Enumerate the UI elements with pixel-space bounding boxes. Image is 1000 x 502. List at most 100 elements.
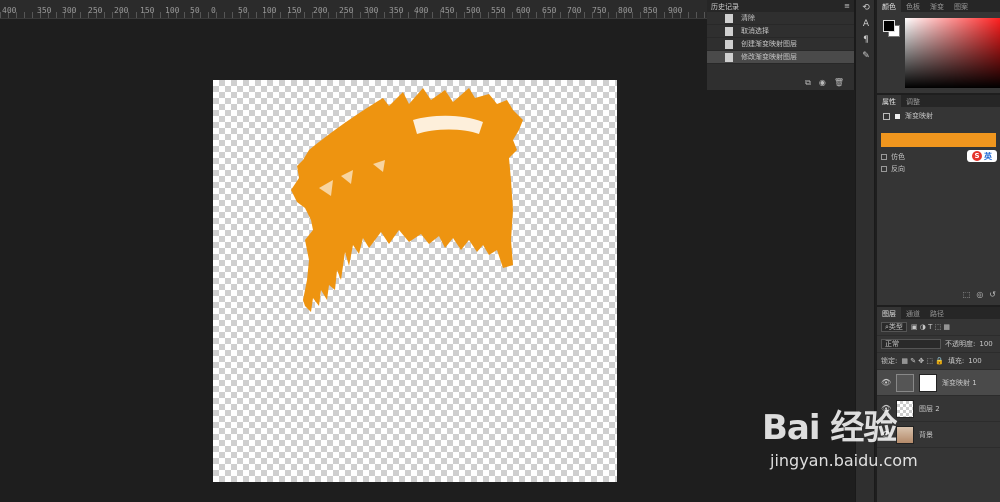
adjustment-header: 渐变映射	[877, 107, 1000, 125]
layer-row[interactable]: 👁 渐变映射 1	[877, 370, 1000, 396]
layer-thumbnail	[896, 425, 914, 444]
ruler-label: 50	[190, 6, 200, 15]
adjustment-layer-icon	[883, 112, 890, 120]
ruler-label: 200	[313, 6, 328, 15]
color-spectrum[interactable]	[905, 18, 1000, 88]
layer-row[interactable]: 👁 图层 2	[877, 396, 1000, 422]
tab-adjustments[interactable]: 调整	[901, 95, 925, 107]
blend-opacity-row: 正常 不透明度: 100	[877, 336, 1000, 353]
mask-icon[interactable]	[894, 112, 901, 120]
ruler-label: 750	[592, 6, 607, 15]
ruler-label: 850	[643, 6, 658, 15]
history-item-label: 清除	[741, 14, 755, 22]
tab-color[interactable]: 颜色	[877, 0, 901, 12]
sogou-icon: S	[972, 151, 982, 161]
ruler-label: 300	[62, 6, 77, 15]
photoshop-window: 400 350 300 250 200 150 100 50 0 50 100 …	[0, 0, 1000, 502]
ruler-label: 50	[238, 6, 248, 15]
lock-label: 锁定:	[881, 357, 898, 365]
history-panel-tab[interactable]: 历史记录 ≡	[707, 0, 854, 12]
ruler-label: 250	[88, 6, 103, 15]
ruler-label: 400	[2, 6, 17, 15]
tab-properties[interactable]: 属性	[877, 95, 901, 107]
layer-name[interactable]: 渐变映射 1	[942, 378, 977, 388]
history-item-label: 修改渐变映射图层	[741, 53, 797, 61]
ruler-label: 300	[364, 6, 379, 15]
properties-footer: ⬚ ◎ ↺	[963, 290, 996, 299]
lock-icons[interactable]: ▦ ✎ ✥ ⬚ 🔒	[901, 357, 944, 365]
history-title: 历史记录	[711, 3, 739, 11]
properties-panel: 属性 调整 渐变映射 仿色 反向 S 英 ⬚ ◎ ↺	[877, 93, 1000, 303]
tab-channels[interactable]: 通道	[901, 307, 925, 319]
eye-icon[interactable]: 👁	[881, 378, 891, 387]
color-panel	[877, 12, 1000, 90]
ruler-label: 600	[516, 6, 531, 15]
view-previous-icon[interactable]: ◎	[976, 290, 983, 299]
ruler-label: 650	[542, 6, 557, 15]
panel-menu-icon[interactable]: ≡	[844, 2, 850, 10]
ruler-label: 450	[440, 6, 455, 15]
blend-mode-value: 正常	[885, 340, 899, 348]
layer-row[interactable]: 👁 背景	[877, 422, 1000, 448]
ruler-label: 150	[140, 6, 155, 15]
history-footer: ⧉ ◉ 🗑	[805, 78, 844, 88]
layer-name[interactable]: 图层 2	[919, 404, 940, 414]
document-icon	[725, 26, 733, 36]
history-item[interactable]: 取消选择	[707, 25, 854, 38]
eye-icon[interactable]: 👁	[881, 430, 891, 439]
filter-type-value: 类型	[888, 323, 903, 331]
ruler-label: 900	[668, 6, 683, 15]
character-panel-icon[interactable]: A	[856, 16, 876, 32]
gradient-picker[interactable]	[881, 133, 996, 147]
layer-name[interactable]: 背景	[919, 430, 933, 440]
reverse-option[interactable]: 反向	[877, 163, 1000, 175]
mask-thumbnail[interactable]	[919, 373, 937, 392]
ruler-label: 350	[389, 6, 404, 15]
tab-gradients[interactable]: 渐变	[925, 0, 949, 12]
adjustment-name: 渐变映射	[905, 112, 933, 120]
ruler-label: 500	[466, 6, 481, 15]
ime-indicator[interactable]: S 英	[967, 150, 997, 162]
brush-panel-icon[interactable]: ✎	[856, 48, 876, 64]
tab-patterns[interactable]: 图案	[949, 0, 973, 12]
tab-layers[interactable]: 图层	[877, 307, 901, 319]
fill-label: 填充:	[947, 357, 965, 365]
ruler-label: 100	[262, 6, 277, 15]
ime-label: 英	[984, 151, 992, 161]
trash-icon[interactable]: 🗑	[834, 78, 844, 88]
document-icon	[725, 39, 733, 49]
history-item[interactable]: 修改渐变映射图层	[707, 51, 854, 64]
opacity-value[interactable]: 100	[979, 340, 992, 348]
foreground-color-swatch[interactable]	[883, 20, 895, 32]
history-item-label: 创建渐变映射图层	[741, 40, 797, 48]
orange-shape	[291, 88, 523, 312]
eye-icon[interactable]: 👁	[881, 404, 891, 413]
camera-icon[interactable]: ◉	[819, 78, 826, 88]
reverse-label: 反向	[891, 165, 905, 173]
tab-swatches[interactable]: 色板	[901, 0, 925, 12]
history-item[interactable]: 创建渐变映射图层	[707, 38, 854, 51]
new-document-from-state-icon[interactable]: ⧉	[805, 78, 811, 88]
horizontal-ruler: 400 350 300 250 200 150 100 50 0 50 100 …	[0, 0, 707, 19]
ruler-label: 250	[339, 6, 354, 15]
clip-to-layer-icon[interactable]: ⬚	[963, 290, 971, 299]
color-panel-tabs: 颜色 色板 渐变 图案	[877, 0, 1000, 12]
dither-label: 仿色	[891, 153, 905, 161]
history-panel: 历史记录 ≡ 清除 取消选择 创建渐变映射图层 修改渐变映射图层 ⧉ ◉ 🗑	[707, 0, 855, 90]
history-panel-icon[interactable]: ⟲	[856, 0, 876, 16]
layer-filter-dropdown[interactable]: ⌕ 类型	[881, 322, 907, 332]
document-icon	[725, 52, 733, 62]
blend-mode-dropdown[interactable]: 正常	[881, 339, 941, 349]
reverse-checkbox[interactable]	[881, 166, 887, 172]
dither-checkbox[interactable]	[881, 154, 887, 160]
layer-filter-row: ⌕ 类型 ▣ ◑ T ⬚ ▦	[877, 319, 1000, 336]
paragraph-panel-icon[interactable]: ¶	[856, 32, 876, 48]
history-item-label: 取消选择	[741, 27, 769, 35]
adjustment-thumbnail	[896, 373, 914, 392]
history-item[interactable]: 清除	[707, 12, 854, 25]
document-canvas[interactable]	[213, 80, 617, 482]
fill-value[interactable]: 100	[968, 357, 981, 365]
reset-icon[interactable]: ↺	[989, 290, 996, 299]
filter-icons[interactable]: ▣ ◑ T ⬚ ▦	[911, 323, 950, 331]
tab-paths[interactable]: 路径	[925, 307, 949, 319]
